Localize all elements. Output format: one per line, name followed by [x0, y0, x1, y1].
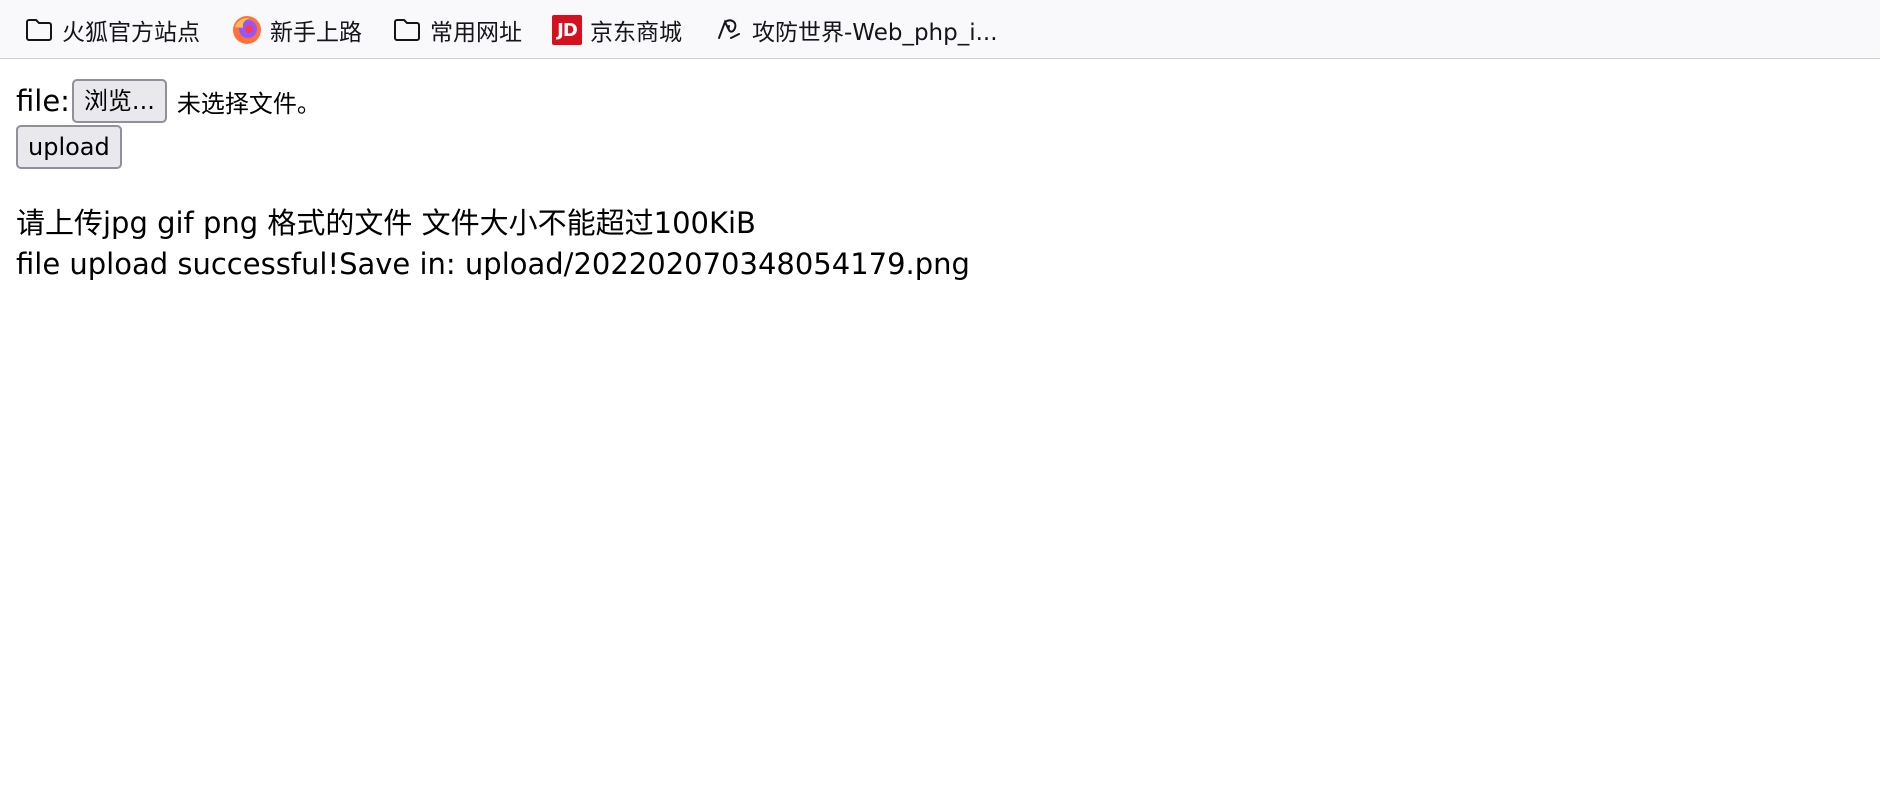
browse-button[interactable]: 浏览...	[71, 79, 167, 123]
folder-icon	[24, 15, 54, 45]
bookmark-jd-mall[interactable]: JD 京东商城	[552, 13, 682, 47]
bookmark-label: 火狐官方站点	[62, 20, 200, 46]
jd-icon: JD	[552, 15, 582, 45]
bookmark-label: 京东商城	[590, 20, 682, 46]
file-status-text: 未选择文件。	[176, 89, 321, 118]
bookmark-label: 攻防世界-Web_php_i...	[752, 20, 998, 46]
bookmark-label: 常用网址	[430, 20, 522, 46]
bookmark-common-sites[interactable]: 常用网址	[392, 13, 522, 47]
adworld-icon	[714, 15, 744, 45]
file-label: file:	[16, 84, 70, 118]
file-input-row: file: 浏览... 未选择文件。	[16, 78, 321, 124]
bookmarks-toolbar: 火狐官方站点 新手上路 常用网址 JD 京东商城 攻防世界-Web_php_i.…	[0, 0, 1880, 59]
bookmark-label: 新手上路	[270, 20, 362, 46]
page-content: file: 浏览... 未选择文件。 upload 请上传jpg gif png…	[0, 60, 1880, 810]
firefox-icon	[232, 15, 262, 45]
upload-result-text: file upload successful!Save in: upload/2…	[16, 247, 970, 281]
bookmark-firefox-official[interactable]: 火狐官方站点	[24, 13, 200, 47]
jd-logo: JD	[552, 15, 582, 45]
bookmark-getting-started[interactable]: 新手上路	[232, 13, 362, 47]
upload-requirement-text: 请上传jpg gif png 格式的文件 文件大小不能超过100KiB	[16, 206, 756, 240]
upload-button[interactable]: upload	[16, 125, 122, 169]
bookmark-adworld[interactable]: 攻防世界-Web_php_i...	[714, 13, 998, 47]
folder-icon	[392, 15, 422, 45]
